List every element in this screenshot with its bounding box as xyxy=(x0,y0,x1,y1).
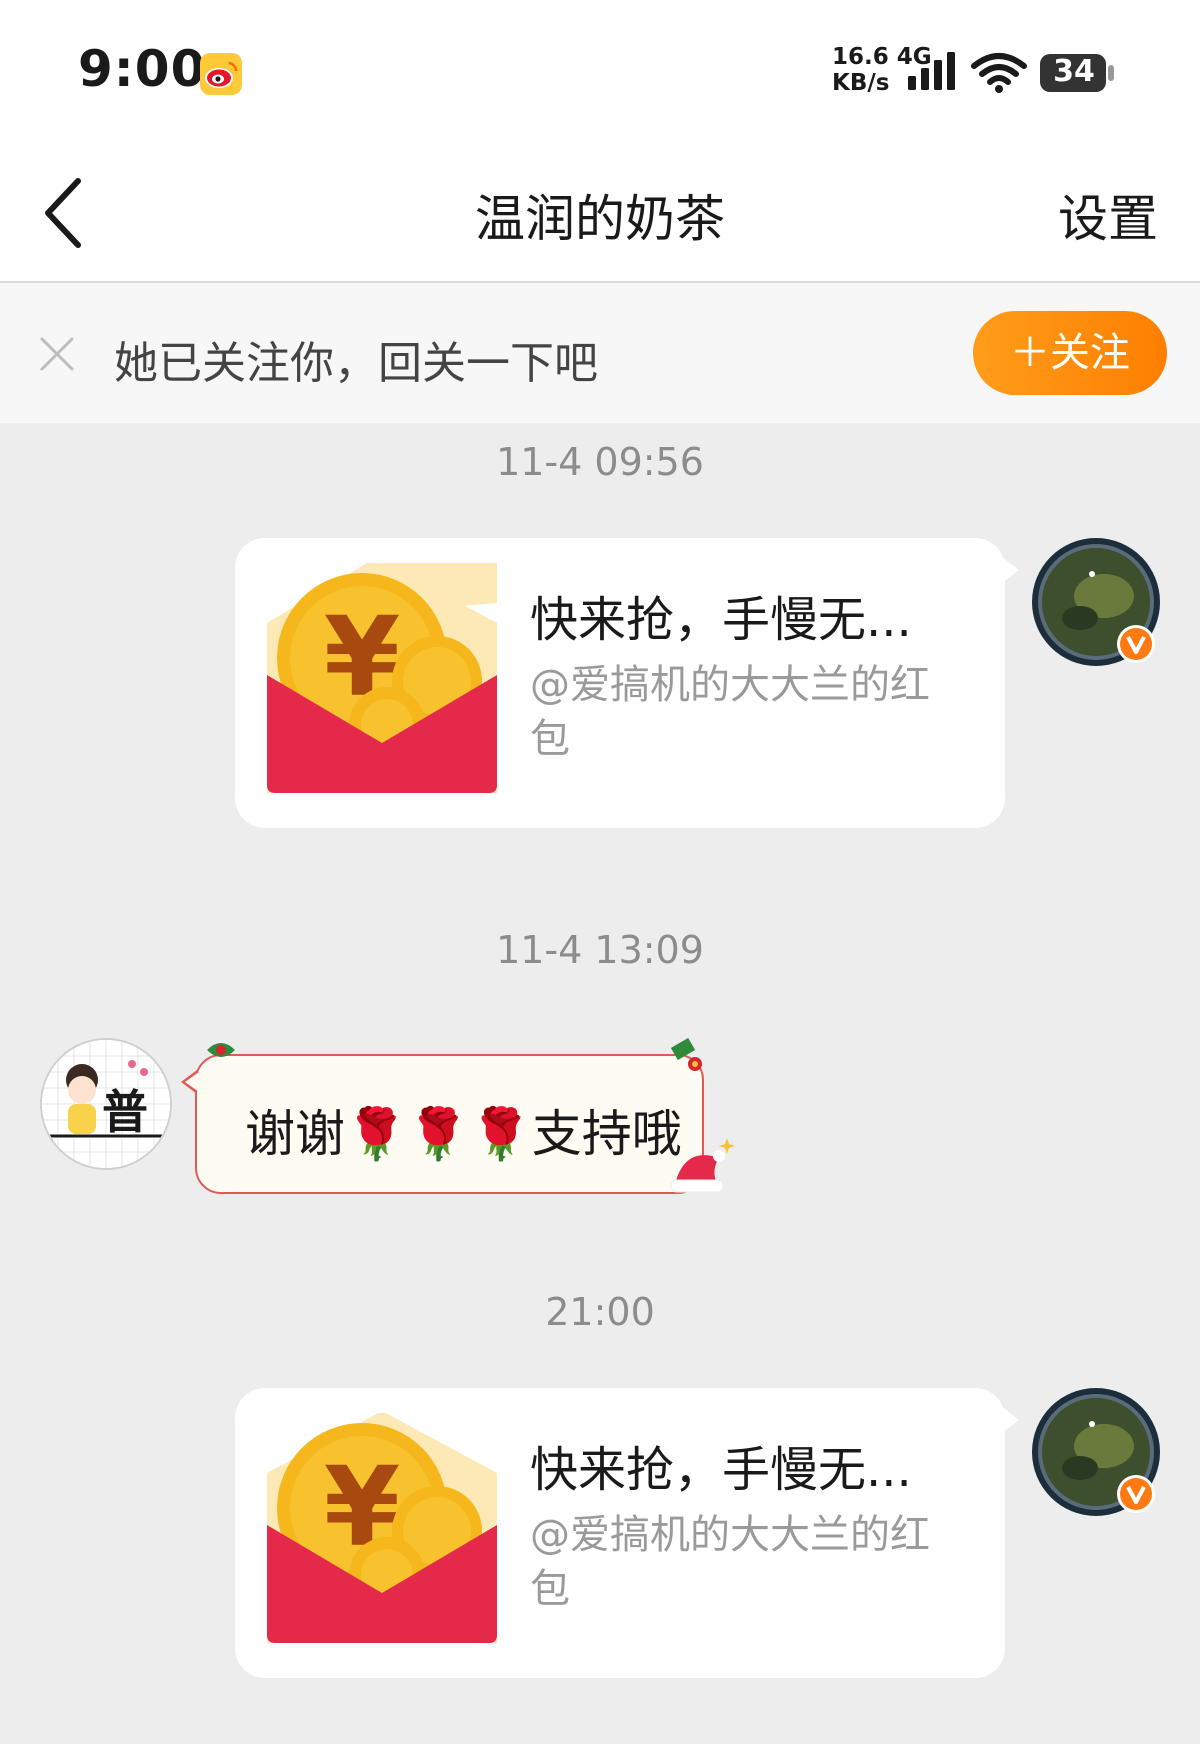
message-text: 谢谢🌹🌹🌹支持哦 xyxy=(245,1105,682,1163)
settings-button[interactable]: 设置 xyxy=(1058,179,1158,251)
redpacket-message[interactable]: ¥ 快来抢，手慢无... @爱搞机的大大兰的红包 xyxy=(235,538,1019,828)
message-timestamp: 21:00 xyxy=(545,1290,655,1334)
status-time: 9:00 xyxy=(78,40,207,98)
redpacket-icon: ¥ xyxy=(267,563,497,793)
battery-level: 34 xyxy=(1053,54,1095,89)
follow-banner: 她已关注你，回关一下吧 ＋关注 xyxy=(0,283,1200,423)
nav-bar: 温润的奶茶 设置 xyxy=(0,145,1200,283)
redpacket-subtitle: @爱搞机的大大兰的红包 xyxy=(530,662,930,762)
signal-icon xyxy=(908,52,955,90)
close-icon[interactable] xyxy=(38,335,76,373)
weibo-icon xyxy=(200,53,242,95)
gift-icon xyxy=(671,1038,702,1071)
avatar[interactable]: 普 xyxy=(40,1038,172,1170)
avatar-glyph: 普 xyxy=(102,1085,148,1139)
follow-button[interactable]: ＋关注 xyxy=(973,311,1167,395)
redpacket-icon: ¥ xyxy=(267,1413,497,1643)
holly-icon xyxy=(207,1043,235,1057)
redpacket-title: 快来抢，手慢无... xyxy=(530,592,912,648)
text-message[interactable]: 谢谢🌹🌹🌹支持哦 xyxy=(181,1038,735,1194)
message-timestamp: 11-4 13:09 xyxy=(496,928,704,972)
redpacket-subtitle: @爱搞机的大大兰的红包 xyxy=(530,1512,930,1612)
redpacket-title: 快来抢，手慢无... xyxy=(530,1442,912,1498)
redpacket-message[interactable]: ¥ 快来抢，手慢无... @爱搞机的大大兰的红包 xyxy=(235,1388,1019,1678)
bubble-tail-inner xyxy=(185,1072,199,1092)
verified-icon xyxy=(1117,1475,1155,1513)
follow-tip: 她已关注你，回关一下吧 xyxy=(114,338,598,389)
bubble-tail xyxy=(1001,556,1019,584)
message-timestamp: 11-4 09:56 xyxy=(496,440,704,484)
santa-hat-icon xyxy=(670,1138,735,1193)
page-title: 温润的奶茶 xyxy=(475,190,725,248)
bubble-tail xyxy=(1001,1406,1019,1434)
verified-icon xyxy=(1117,625,1155,663)
status-bar: 9:00 16.6 4G KB/s 34 xyxy=(0,0,1200,145)
wifi-icon xyxy=(971,53,1027,93)
